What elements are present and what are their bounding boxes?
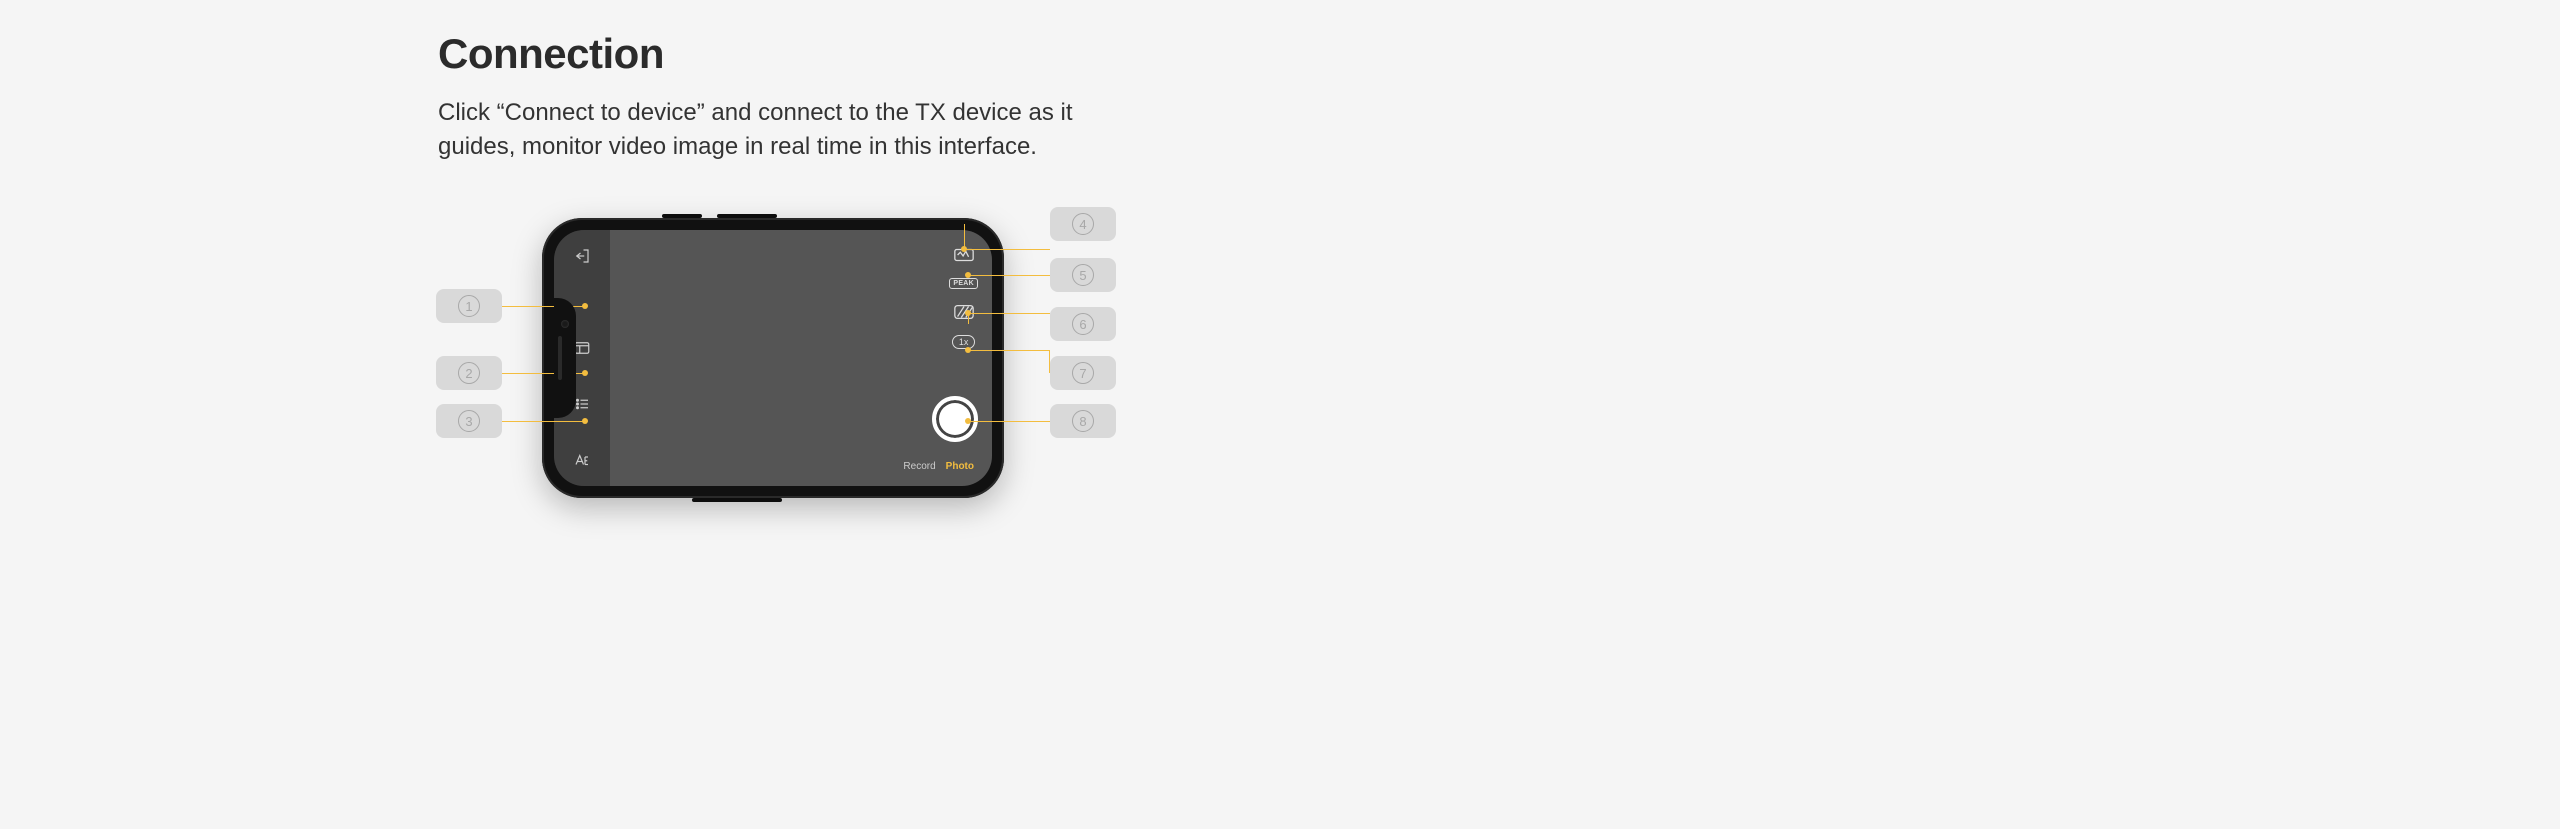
phone-mockup: PEAK 1x Record Photo: [542, 218, 1004, 498]
callout-pill-4: 4: [1050, 207, 1116, 241]
section-description: Click “Connect to device” and connect to…: [438, 96, 1138, 163]
mode-photo[interactable]: Photo: [946, 461, 974, 472]
phone-notch: [554, 298, 576, 418]
callout-number: 8: [1072, 410, 1094, 432]
leader-line: [964, 249, 1050, 250]
leader-dot: [965, 347, 971, 353]
mode-switcher[interactable]: Record Photo: [903, 461, 974, 472]
phone-speaker: [558, 336, 562, 380]
callout-number: 1: [458, 295, 480, 317]
mode-record[interactable]: Record: [903, 461, 935, 472]
callout-pill-7: 7: [1050, 356, 1116, 390]
text-adjust-icon[interactable]: [572, 450, 592, 470]
peak-badge[interactable]: PEAK: [949, 278, 978, 289]
leader-line: [968, 313, 1050, 314]
leader-dot: [582, 370, 588, 376]
leader-line: [968, 350, 1050, 351]
leader-dot: [965, 272, 971, 278]
callout-number: 4: [1072, 213, 1094, 235]
callout-number: 6: [1072, 313, 1094, 335]
leader-line: [968, 275, 1050, 276]
leader-dot: [965, 310, 971, 316]
phone-side-button: [717, 214, 777, 218]
callout-pill-6: 6: [1050, 307, 1116, 341]
zoom-badge[interactable]: 1x: [952, 335, 976, 349]
phone-shell: PEAK 1x Record Photo: [542, 218, 1004, 498]
callout-pill-8: 8: [1050, 404, 1116, 438]
callout-pill-3: 3: [436, 404, 502, 438]
leader-line: [1049, 350, 1050, 373]
callout-pill-2: 2: [436, 356, 502, 390]
section-heading: Connection: [438, 30, 1438, 78]
leader-line: [502, 421, 584, 422]
callout-pill-1: 1: [436, 289, 502, 323]
leader-dot: [582, 418, 588, 424]
shutter-button[interactable]: [932, 396, 978, 442]
callout-number: 5: [1072, 264, 1094, 286]
phone-side-button: [662, 214, 702, 218]
callout-number: 7: [1072, 362, 1094, 384]
zebra-icon[interactable]: [953, 303, 975, 321]
callout-number: 2: [458, 362, 480, 384]
leader-dot: [582, 303, 588, 309]
phone-screen: PEAK 1x Record Photo: [554, 230, 992, 486]
callout-pill-5: 5: [1050, 258, 1116, 292]
app-right-toolbar: PEAK 1x: [949, 246, 978, 349]
exit-icon[interactable]: [572, 246, 592, 266]
leader-line: [968, 421, 1050, 422]
phone-side-button: [692, 498, 782, 502]
phone-front-camera: [561, 320, 569, 328]
leader-dot: [961, 246, 967, 252]
callout-number: 3: [458, 410, 480, 432]
leader-dot: [965, 418, 971, 424]
